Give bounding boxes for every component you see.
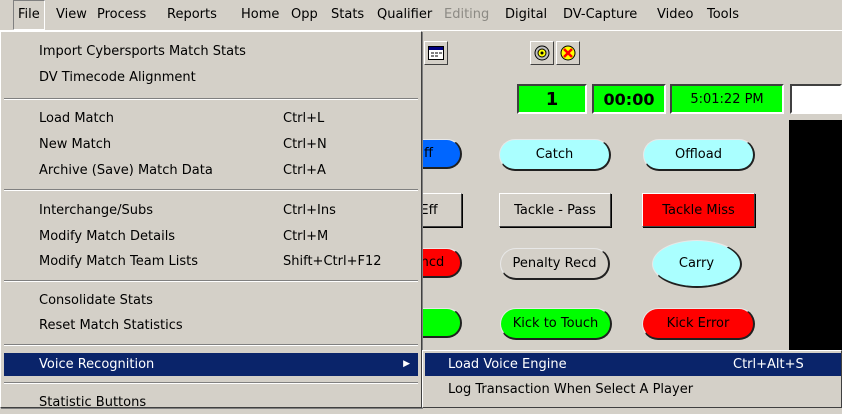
period-display: 1 — [517, 84, 587, 114]
submenu-arrow-icon: ▶ — [403, 359, 410, 369]
offload-button[interactable]: Offload — [643, 139, 755, 171]
menu-item-interchange-subs[interactable]: Interchange/Subs Ctrl+Ins — [4, 199, 418, 222]
stop-disc-icon[interactable] — [556, 41, 580, 65]
menu-item-load-match[interactable]: Load Match Ctrl+L — [4, 107, 418, 130]
menu-item-shortcut: Shift+Ctrl+F12 — [283, 254, 382, 269]
menu-item-label: Import Cybersports Match Stats — [39, 44, 246, 59]
menu-opp[interactable]: Opp — [287, 0, 322, 30]
menu-item-dv-timecode[interactable]: DV Timecode Alignment — [4, 66, 418, 89]
voice-recognition-submenu: Load Voice Engine Ctrl+Alt+S Log Transac… — [422, 350, 842, 408]
menu-item-log-transaction[interactable]: Log Transaction When Select A Player — [425, 378, 841, 401]
menu-item-shortcut: Ctrl+L — [283, 111, 325, 126]
text-field[interactable] — [790, 84, 842, 114]
menu-item-reset-statistics[interactable]: Reset Match Statistics — [4, 314, 418, 337]
menu-qualifier[interactable]: Qualifier — [373, 0, 436, 30]
menu-stats[interactable]: Stats — [327, 0, 368, 30]
menu-process[interactable]: Process — [93, 0, 150, 30]
menu-file[interactable]: File — [13, 0, 45, 30]
menu-item-label: Statistic Buttons — [39, 395, 147, 410]
menu-item-label: DV Timecode Alignment — [39, 70, 196, 85]
menu-item-load-voice-engine[interactable]: Load Voice Engine Ctrl+Alt+S — [425, 353, 841, 376]
menu-item-shortcut: Ctrl+Alt+S — [733, 357, 804, 372]
video-pane — [789, 120, 842, 370]
menu-item-label: Modify Match Details — [39, 229, 176, 244]
disc-icon[interactable] — [530, 41, 554, 65]
menu-item-voice-recognition[interactable]: Voice Recognition ▶ — [4, 353, 418, 376]
time-display: 5:01:22 PM — [670, 84, 784, 114]
menu-separator — [4, 280, 418, 282]
menu-item-shortcut: Ctrl+M — [283, 229, 329, 244]
menu-item-modify-match-details[interactable]: Modify Match Details Ctrl+M — [4, 225, 418, 248]
menu-view[interactable]: View — [52, 0, 91, 30]
menu-editing: Editing — [444, 7, 490, 22]
kick-error-button[interactable]: Kick Error — [642, 308, 755, 340]
menu-item-label: Load Match — [39, 111, 114, 126]
menu-item-new-match[interactable]: New Match Ctrl+N — [4, 133, 418, 156]
menu-item-statistic-buttons[interactable]: Statistic Buttons — [4, 391, 418, 414]
menu-item-label: Interchange/Subs — [39, 203, 153, 218]
penalty-recd-button[interactable]: Penalty Recd — [500, 248, 610, 280]
menu-item-label: Archive (Save) Match Data — [39, 163, 213, 178]
menu-tools[interactable]: Tools — [703, 0, 743, 30]
menu-item-label: New Match — [39, 137, 112, 152]
menu-item-modify-team-lists[interactable]: Modify Match Team Lists Shift+Ctrl+F12 — [4, 250, 418, 273]
menu-item-label: Load Voice Engine — [448, 357, 567, 372]
menu-video[interactable]: Video — [653, 0, 697, 30]
kick-to-touch-button[interactable]: Kick to Touch — [500, 308, 612, 340]
menu-item-consolidate-stats[interactable]: Consolidate Stats — [4, 289, 418, 312]
menu-dv-capture[interactable]: DV-Capture — [559, 0, 641, 30]
menu-item-shortcut: Ctrl+A — [283, 163, 326, 178]
menu-bar: File View Process Reports Home Opp Stats… — [0, 0, 842, 31]
match-clock: 00:00 — [592, 84, 666, 114]
carry-button[interactable]: Carry — [652, 240, 742, 288]
menu-item-shortcut: Ctrl+N — [283, 137, 327, 152]
menu-item-label: Reset Match Statistics — [39, 318, 183, 333]
menu-item-label: Voice Recognition — [39, 357, 155, 372]
menu-item-label: Consolidate Stats — [39, 293, 153, 308]
menu-separator — [4, 382, 418, 384]
menu-separator — [4, 344, 418, 346]
menu-item-shortcut: Ctrl+Ins — [283, 203, 336, 218]
tackle-miss-button[interactable]: Tackle Miss — [642, 193, 755, 227]
tackle-pass-button[interactable]: Tackle - Pass — [499, 193, 611, 227]
menu-item-archive-match[interactable]: Archive (Save) Match Data Ctrl+A — [4, 159, 418, 182]
menu-reports[interactable]: Reports — [163, 0, 221, 30]
file-menu: Import Cybersports Match Stats DV Timeco… — [0, 31, 422, 410]
calendar-icon[interactable] — [424, 41, 448, 65]
menu-separator — [4, 189, 418, 191]
menu-digital[interactable]: Digital — [501, 0, 551, 30]
catch-button[interactable]: Catch — [499, 139, 611, 171]
menu-separator — [4, 98, 418, 100]
menu-item-label: Modify Match Team Lists — [39, 254, 198, 269]
menu-home[interactable]: Home — [237, 0, 283, 30]
menu-item-label: Log Transaction When Select A Player — [448, 382, 694, 397]
menu-item-import-cybersports[interactable]: Import Cybersports Match Stats — [4, 40, 418, 63]
